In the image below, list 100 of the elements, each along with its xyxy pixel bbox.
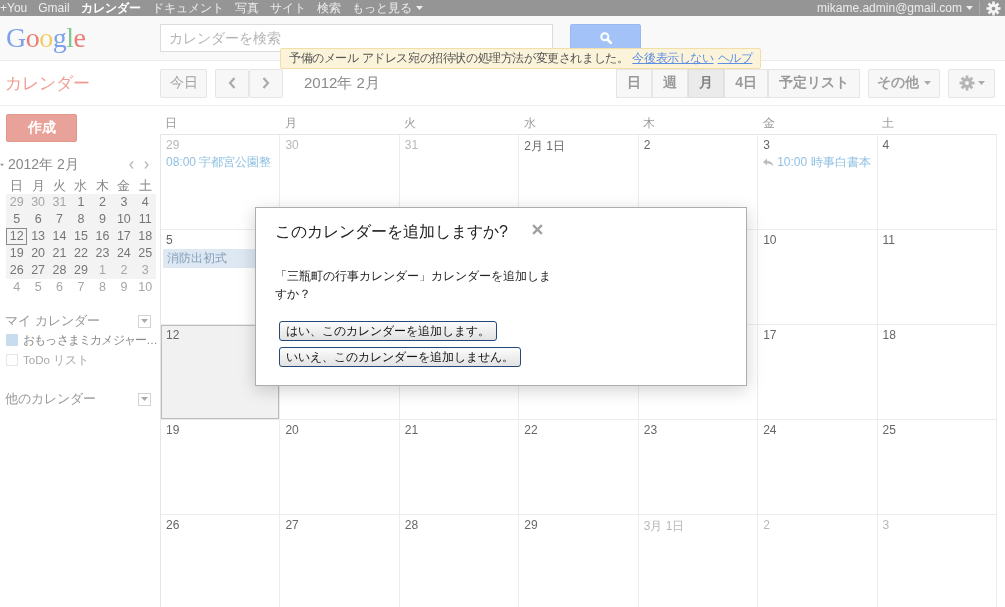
day-cell[interactable]: 20: [280, 420, 400, 515]
mini-calendar-day[interactable]: 3: [113, 194, 135, 211]
mini-calendar-day[interactable]: 29: [70, 262, 92, 279]
view-tab[interactable]: 4日: [724, 68, 768, 98]
collapse-triangle-icon[interactable]: [0, 163, 4, 167]
nav-link[interactable]: もっと見る: [351, 0, 423, 16]
day-cell[interactable]: 17: [758, 325, 878, 420]
day-cell[interactable]: 3月 1日: [638, 515, 759, 607]
mini-calendar-day[interactable]: 3: [134, 262, 156, 279]
dropdown-button[interactable]: [138, 314, 151, 328]
mini-calendar-day[interactable]: 15: [70, 228, 92, 245]
mini-calendar-day[interactable]: 12: [6, 228, 28, 245]
day-cell[interactable]: 26: [161, 515, 281, 607]
today-button[interactable]: 今日: [160, 68, 207, 98]
day-cell[interactable]: 3 10:00 時事白書本: [758, 135, 878, 230]
mini-calendar-day[interactable]: 29: [6, 194, 28, 211]
mini-calendar-day[interactable]: 6: [48, 279, 71, 296]
nav-link[interactable]: カレンダー: [80, 0, 141, 16]
mini-calendar-day[interactable]: 10: [134, 279, 156, 296]
view-tab[interactable]: 日: [616, 68, 653, 98]
day-cell[interactable]: 28: [399, 515, 520, 607]
mini-calendar-day[interactable]: 2: [113, 262, 135, 279]
view-tab[interactable]: 予定リスト: [768, 68, 860, 98]
mini-calendar-day[interactable]: 7: [70, 279, 92, 296]
day-cell[interactable]: 19: [161, 420, 281, 515]
mini-calendar-day[interactable]: 30: [27, 194, 49, 211]
mini-calendar-day[interactable]: 9: [91, 211, 114, 228]
mini-calendar-day[interactable]: 20: [27, 245, 49, 262]
close-button[interactable]: [532, 224, 543, 235]
day-cell[interactable]: 24: [758, 420, 878, 515]
mini-calendar-day[interactable]: 2: [91, 194, 114, 211]
mini-calendar-day[interactable]: 8: [91, 279, 114, 296]
mini-calendar-day[interactable]: 14: [48, 228, 71, 245]
day-cell[interactable]: 3: [877, 515, 997, 607]
dropdown-button[interactable]: [138, 392, 151, 406]
nav-link[interactable]: ドキュメント: [151, 0, 224, 16]
day-cell[interactable]: 4: [877, 135, 997, 230]
calendar-name[interactable]: おもっさまミカメジャー…: [23, 332, 157, 348]
mini-calendar-day[interactable]: 26: [6, 262, 28, 279]
view-tab[interactable]: 月: [688, 68, 725, 98]
nav-link[interactable]: 検索: [316, 0, 341, 16]
account-menu[interactable]: mikame.admin@gmail.com: [817, 0, 973, 16]
notice-link[interactable]: 今後表示しない: [632, 50, 714, 67]
mini-calendar-day[interactable]: 8: [70, 211, 92, 228]
nav-link[interactable]: +You: [0, 0, 28, 16]
day-cell[interactable]: 18: [877, 325, 997, 420]
mini-calendar-day[interactable]: 6: [27, 211, 49, 228]
mini-calendar-day[interactable]: 7: [48, 211, 71, 228]
day-cell[interactable]: 11: [877, 230, 997, 325]
mini-calendar-day[interactable]: 28: [48, 262, 71, 279]
mini-calendar-day[interactable]: 23: [91, 245, 114, 262]
dialog-button[interactable]: いいえ、このカレンダーを追加しません。: [279, 347, 521, 367]
mini-calendar-day[interactable]: 16: [91, 228, 114, 245]
settings-icon: [958, 75, 975, 91]
mini-calendar-day[interactable]: 13: [27, 228, 49, 245]
nav-link[interactable]: 写真: [234, 0, 259, 16]
mini-calendar-day[interactable]: 1: [91, 262, 114, 279]
mini-calendar-day[interactable]: 4: [134, 194, 156, 211]
next-button[interactable]: [249, 68, 283, 98]
mini-calendar-day[interactable]: 18: [134, 228, 156, 245]
mini-calendar-day[interactable]: 5: [27, 279, 49, 296]
google-logo[interactable]: Google: [6, 23, 86, 53]
mini-calendar-day[interactable]: 27: [27, 262, 49, 279]
section-title[interactable]: 他のカレンダー: [5, 390, 96, 408]
notice-link[interactable]: ヘルプ: [717, 50, 753, 67]
day-cell[interactable]: 22: [519, 420, 639, 515]
search-field[interactable]: カレンダーを検索: [160, 24, 553, 52]
mini-calendar-day[interactable]: 25: [134, 245, 156, 262]
calendar-color-checkbox[interactable]: [6, 354, 18, 366]
calendar-color-checkbox[interactable]: [6, 334, 18, 346]
mini-calendar-day[interactable]: 21: [48, 245, 71, 262]
day-cell[interactable]: 21: [399, 420, 520, 515]
day-cell[interactable]: 29: [519, 515, 639, 607]
day-cell[interactable]: 10: [758, 230, 878, 325]
mini-calendar-day[interactable]: 17: [113, 228, 135, 245]
previous-button[interactable]: [215, 68, 249, 98]
mini-calendar-day[interactable]: 5: [6, 211, 28, 228]
mini-calendar-day[interactable]: 9: [113, 279, 135, 296]
view-tab[interactable]: 週: [652, 68, 689, 98]
day-cell[interactable]: 25: [877, 420, 997, 515]
calendar-name[interactable]: ToDo リスト: [23, 352, 90, 368]
settings-button[interactable]: [948, 68, 995, 98]
settings-icon[interactable]: [986, 0, 1001, 16]
dialog-button[interactable]: はい、このカレンダーを追加します。: [279, 321, 497, 341]
day-cell[interactable]: 27: [280, 515, 400, 607]
mini-calendar-day[interactable]: 1: [70, 194, 92, 211]
nav-link[interactable]: Gmail: [38, 0, 70, 16]
mini-calendar-day[interactable]: 31: [48, 194, 71, 211]
mini-calendar-day[interactable]: 24: [113, 245, 135, 262]
mini-calendar-day[interactable]: 19: [6, 245, 28, 262]
day-cell[interactable]: 23: [638, 420, 759, 515]
mini-calendar-day[interactable]: 11: [134, 211, 156, 228]
caret-icon: [977, 81, 985, 85]
mini-calendar-day[interactable]: 4: [6, 279, 28, 296]
mini-calendar-day[interactable]: 22: [70, 245, 92, 262]
more-menu-button[interactable]: その他: [868, 68, 940, 98]
section-title[interactable]: マイ カレンダー: [5, 312, 100, 330]
mini-calendar-day[interactable]: 10: [113, 211, 135, 228]
nav-link[interactable]: サイト: [269, 0, 306, 16]
create-button[interactable]: 作成: [6, 114, 77, 142]
